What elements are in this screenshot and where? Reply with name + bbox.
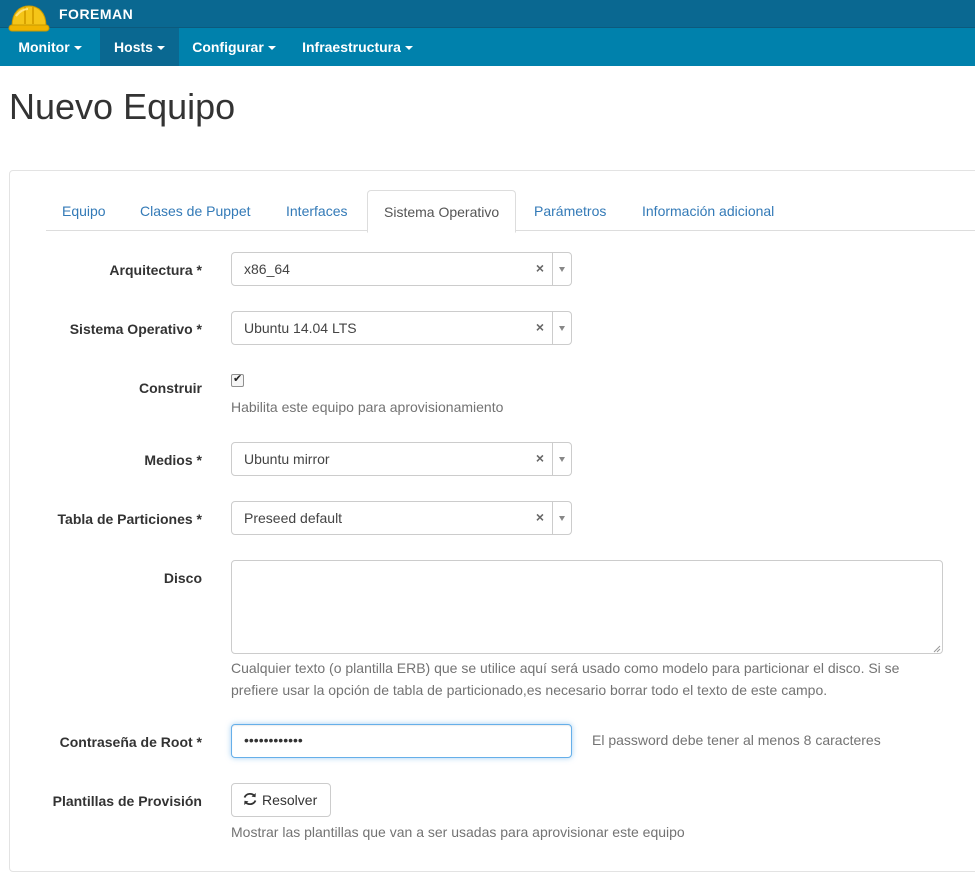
brand-name[interactable]: FOREMAN: [59, 6, 133, 22]
os-label: Sistema Operativo *: [69, 321, 202, 337]
nav-configurar-label: Configurar: [192, 39, 264, 55]
root-password-value: ••••••••••••: [244, 732, 303, 748]
nav-infraestructura-label: Infraestructura: [302, 39, 401, 55]
page-title: Nuevo Equipo: [9, 86, 236, 127]
clear-icon[interactable]: ×: [536, 260, 544, 276]
build-checkbox[interactable]: ✔: [231, 373, 244, 387]
build-label: Construir: [139, 380, 202, 396]
templates-label: Plantillas de Provisión: [52, 793, 202, 809]
chevron-down-icon[interactable]: [559, 516, 565, 521]
ptable-value: Preseed default: [244, 510, 343, 526]
chevron-down-icon[interactable]: [559, 267, 565, 272]
caret-down-icon: [404, 46, 413, 51]
media-label: Medios *: [144, 452, 202, 468]
tab-parametros[interactable]: Parámetros: [518, 190, 622, 230]
nav-monitor-label: Monitor: [18, 39, 70, 55]
chevron-down-icon[interactable]: [559, 457, 565, 462]
media-value: Ubuntu mirror: [244, 451, 330, 467]
root-password-help: El password debe tener al menos 8 caract…: [592, 732, 881, 748]
disk-help-line2: prefiere usar la opción de tabla de part…: [231, 682, 828, 698]
clear-icon[interactable]: ×: [536, 319, 544, 335]
architecture-select[interactable]: x86_64 ×: [231, 252, 572, 286]
media-select[interactable]: Ubuntu mirror ×: [231, 442, 572, 476]
brand-bar: [0, 0, 975, 28]
os-value: Ubuntu 14.04 LTS: [244, 320, 357, 336]
nav-hosts[interactable]: Hosts: [100, 28, 179, 66]
resolve-button-label: Resolver: [262, 792, 318, 808]
caret-down-icon: [73, 46, 82, 51]
resolve-button[interactable]: Resolver: [231, 783, 331, 817]
disk-label: Disco: [163, 570, 202, 586]
select-separator: [552, 443, 553, 475]
os-select[interactable]: Ubuntu 14.04 LTS ×: [231, 311, 572, 345]
check-icon: ✔: [233, 373, 243, 385]
architecture-label: Arquitectura *: [109, 262, 202, 278]
refresh-icon: [243, 792, 257, 806]
caret-down-icon: [267, 46, 276, 51]
disk-textarea[interactable]: [231, 560, 943, 654]
tab-clases-puppet[interactable]: Clases de Puppet: [124, 190, 267, 230]
root-password-input[interactable]: ••••••••••••: [231, 724, 572, 758]
tab-sistema-operativo[interactable]: Sistema Operativo: [367, 190, 517, 233]
build-help: Habilita este equipo para aprovisionamie…: [231, 399, 504, 415]
ptable-select[interactable]: Preseed default ×: [231, 501, 572, 535]
clear-icon[interactable]: ×: [536, 450, 544, 466]
select-separator: [552, 312, 553, 344]
architecture-value: x86_64: [244, 261, 290, 277]
chevron-down-icon[interactable]: [559, 326, 565, 331]
helmet-icon[interactable]: [8, 2, 50, 34]
select-separator: [552, 253, 553, 285]
ptable-label: Tabla de Particiones *: [57, 511, 202, 527]
select-separator: [552, 502, 553, 534]
caret-down-icon: [156, 46, 165, 51]
nav-configurar[interactable]: Configurar: [179, 28, 289, 66]
tab-equipo[interactable]: Equipo: [46, 190, 122, 230]
templates-help: Mostrar las plantillas que van a ser usa…: [231, 824, 685, 840]
clear-icon[interactable]: ×: [536, 509, 544, 525]
nav-infraestructura[interactable]: Infraestructura: [289, 28, 426, 66]
root-password-label: Contraseña de Root *: [59, 734, 202, 750]
main-navbar: Monitor Hosts Configurar Infraestructura: [0, 28, 975, 66]
disk-help-line1: Cualquier texto (o plantilla ERB) que se…: [231, 660, 900, 676]
nav-hosts-label: Hosts: [114, 39, 153, 55]
resize-grip-icon[interactable]: [933, 645, 941, 653]
tab-informacion-adicional[interactable]: Información adicional: [626, 190, 790, 230]
tab-interfaces[interactable]: Interfaces: [270, 190, 363, 230]
